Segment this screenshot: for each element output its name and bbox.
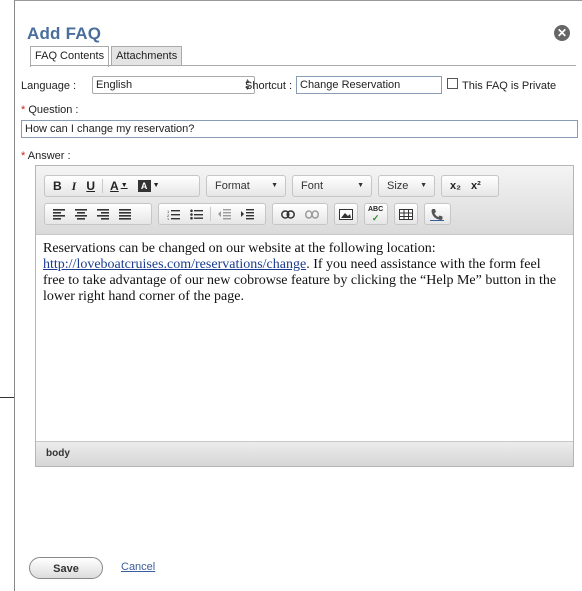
shortcut-label: Shortcut : (245, 80, 293, 92)
tab-divider (30, 65, 576, 66)
indent-icon[interactable] (236, 208, 259, 220)
close-icon[interactable]: ✕ (554, 25, 570, 41)
spellcheck-icon: ABC ✓ (365, 206, 386, 223)
table-icon (395, 208, 417, 220)
script-group: x₂ x² (441, 175, 499, 197)
dialog-title: Add FAQ (27, 24, 102, 43)
cobrowse-button[interactable] (424, 203, 451, 225)
numbered-list-svg: 123 (167, 209, 180, 220)
bulleted-list-svg (190, 209, 203, 219)
svg-text:3: 3 (167, 217, 170, 220)
outdent-svg (218, 208, 231, 219)
alignment-group (44, 203, 152, 225)
add-faq-dialog: Add FAQ ✕ FAQ Contents Attachments Langu… (14, 0, 582, 591)
subscript-button[interactable]: x₂ (445, 176, 466, 196)
superscript-button[interactable]: x² (466, 176, 486, 196)
save-button[interactable]: Save (29, 557, 103, 579)
rich-text-editor: B I U A ▼ A ▼ Format ▼ Font ▼ Size ▼ x₂ … (35, 165, 574, 467)
answer-text-before: Reservations can be changed on our websi… (43, 241, 436, 256)
editor-toolbar: B I U A ▼ A ▼ Format ▼ Font ▼ Size ▼ x₂ … (36, 166, 573, 235)
background-color-icon: A (137, 180, 151, 192)
underline-button[interactable]: U (81, 176, 100, 196)
text-color-button[interactable]: A ▼ (105, 176, 133, 196)
tab-bar: FAQ Contents Attachments (30, 46, 184, 67)
language-label: Language : (21, 80, 77, 92)
phone-svg (430, 208, 444, 221)
bg-color-button[interactable]: A ▼ (133, 176, 165, 196)
align-right-icon[interactable] (92, 208, 114, 220)
chevron-down-icon: ▼ (152, 182, 160, 189)
list-group: 123 (158, 203, 266, 225)
question-label: * Question : (21, 104, 78, 116)
size-dropdown[interactable]: Size ▼ (378, 175, 435, 197)
unlink-svg (305, 209, 319, 219)
required-asterisk: * (21, 150, 26, 162)
phone-icon (425, 208, 449, 221)
spellcheck-button[interactable]: ABC ✓ (364, 203, 388, 225)
editor-status-bar: body (36, 441, 573, 466)
check-icon: ✓ (371, 213, 380, 223)
tab-faq-contents[interactable]: FAQ Contents (30, 46, 110, 67)
private-label: This FAQ is Private (462, 80, 557, 92)
chevron-down-icon: ▼ (357, 182, 364, 189)
image-button[interactable] (334, 203, 358, 225)
element-path[interactable]: body (46, 448, 70, 459)
outdent-icon[interactable] (213, 208, 236, 220)
align-left-svg (53, 208, 65, 220)
cancel-link[interactable]: Cancel (121, 561, 155, 573)
numbered-list-icon[interactable]: 123 (162, 209, 185, 220)
font-dropdown[interactable]: Font ▼ (292, 175, 372, 197)
basic-styles-group: B I U A ▼ A ▼ (44, 175, 200, 197)
bold-button[interactable]: B (48, 176, 67, 196)
shortcut-input[interactable]: Change Reservation (296, 76, 442, 94)
unlink-icon[interactable] (300, 209, 324, 219)
align-left-icon[interactable] (48, 208, 70, 220)
answer-label: * Answer : (21, 150, 71, 162)
required-asterisk: * (21, 104, 26, 116)
format-label: Format (215, 180, 250, 192)
table-svg (399, 208, 413, 220)
question-label-text: Question : (28, 104, 79, 116)
tab-attachments[interactable]: Attachments (111, 46, 183, 66)
indent-svg (241, 208, 254, 219)
chevron-down-icon: ▼ (271, 182, 278, 189)
bulleted-list-icon[interactable] (185, 209, 208, 220)
table-button[interactable] (394, 203, 418, 225)
answer-label-text: Answer : (27, 150, 71, 162)
text-color-icon: A (110, 179, 119, 193)
background-divider (0, 397, 14, 398)
align-right-svg (97, 208, 109, 220)
italic-button[interactable]: I (67, 176, 82, 196)
format-dropdown[interactable]: Format ▼ (206, 175, 286, 197)
align-justify-icon[interactable] (114, 208, 136, 220)
reservation-link[interactable]: http://loveboatcruises.com/reservations/… (43, 257, 306, 272)
align-center-svg (75, 208, 87, 220)
font-label: Font (301, 180, 324, 192)
toolbar-separator (210, 207, 211, 221)
editor-content[interactable]: Reservations can be changed on our websi… (43, 241, 565, 305)
align-center-icon[interactable] (70, 208, 92, 220)
chevron-down-icon: ▼ (420, 182, 427, 189)
language-select[interactable]: English ▲ ▼ (92, 76, 255, 94)
toolbar-separator (102, 179, 104, 193)
image-svg (339, 208, 353, 220)
link-icon[interactable] (276, 209, 300, 219)
link-group (272, 203, 328, 225)
link-svg (281, 209, 295, 219)
language-value: English (96, 79, 133, 91)
size-label: Size (387, 180, 409, 192)
private-checkbox[interactable] (447, 78, 458, 89)
align-justify-svg (119, 208, 131, 220)
question-input[interactable]: How can I change my reservation? (21, 120, 578, 138)
chevron-down-icon: ▼ (120, 182, 128, 189)
image-icon (335, 208, 357, 220)
